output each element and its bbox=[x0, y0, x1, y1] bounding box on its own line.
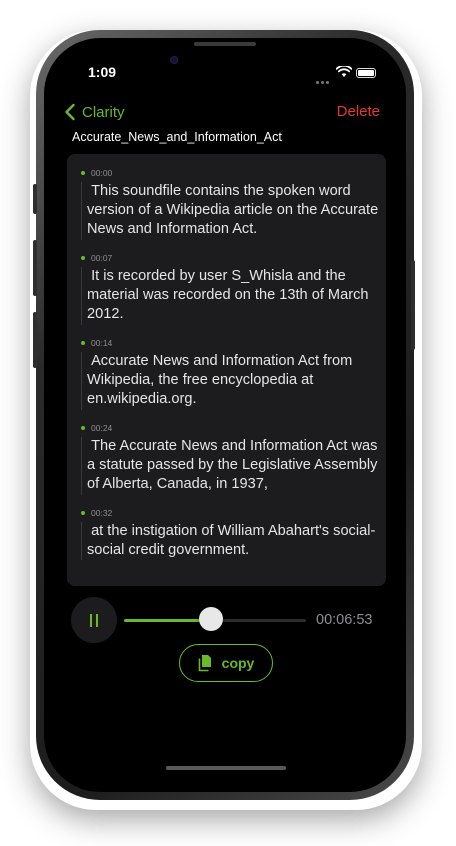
timestamp-dot-icon bbox=[81, 426, 85, 430]
segment-divider bbox=[81, 352, 82, 410]
volume-up-button bbox=[33, 240, 37, 296]
copy-label: copy bbox=[221, 655, 255, 671]
transcript-card: 00:00 This soundfile contains the spoken… bbox=[67, 154, 386, 586]
pause-icon bbox=[96, 613, 98, 627]
segment-text: This soundfile contains the spoken word … bbox=[87, 183, 383, 237]
progress-fill bbox=[124, 619, 212, 622]
timestamp-dot-icon bbox=[81, 511, 85, 515]
segment-timestamp[interactable]: 00:24 bbox=[81, 421, 112, 435]
front-camera bbox=[170, 56, 178, 64]
segment-time-label: 00:00 bbox=[91, 168, 113, 178]
timestamp-dot-icon bbox=[81, 171, 85, 175]
delete-button[interactable]: Delete bbox=[337, 103, 380, 120]
pause-icon bbox=[90, 613, 92, 627]
timestamp-dot-icon bbox=[81, 341, 85, 345]
segment-text: at the instigation of William Abahart's … bbox=[87, 523, 376, 558]
volume-down-button bbox=[33, 312, 37, 368]
segment-divider bbox=[81, 182, 82, 240]
segment-divider bbox=[81, 437, 82, 495]
segment-time-label: 00:24 bbox=[91, 423, 113, 433]
silent-switch bbox=[33, 184, 37, 214]
battery-level bbox=[358, 70, 374, 76]
back-button[interactable]: Clarity bbox=[64, 101, 125, 123]
duration-label: 00:06:53 bbox=[316, 612, 373, 628]
copy-button[interactable]: copy bbox=[179, 644, 273, 682]
segment-text: The Accurate News and Information Act wa… bbox=[87, 438, 382, 492]
speaker-grille bbox=[194, 42, 256, 46]
home-indicator[interactable] bbox=[166, 766, 286, 770]
timestamp-dot-icon bbox=[81, 256, 85, 260]
back-label: Clarity bbox=[82, 103, 125, 121]
segment-text: It is recorded by user S_Whisla and the … bbox=[87, 268, 373, 322]
battery-icon bbox=[356, 68, 376, 78]
segment-timestamp[interactable]: 00:07 bbox=[81, 251, 112, 265]
chevron-left-icon bbox=[65, 103, 75, 121]
segment-timestamp[interactable]: 00:00 bbox=[81, 166, 112, 180]
segment-timestamp[interactable]: 00:14 bbox=[81, 336, 112, 350]
status-time: 1:09 bbox=[88, 64, 117, 80]
segment-timestamp[interactable]: 00:32 bbox=[81, 506, 112, 520]
segment-divider bbox=[81, 267, 82, 325]
segment-time-label: 00:32 bbox=[91, 508, 113, 518]
power-button bbox=[411, 260, 415, 350]
status-icons bbox=[316, 66, 378, 84]
wifi-icon bbox=[336, 66, 352, 77]
segment-divider bbox=[81, 522, 82, 560]
segment-time-label: 00:07 bbox=[91, 253, 113, 263]
signal-dots-icon bbox=[316, 71, 331, 89]
segment-text: Accurate News and Information Act from W… bbox=[87, 353, 357, 407]
pause-button[interactable] bbox=[71, 597, 117, 643]
segment-time-label: 00:14 bbox=[91, 338, 113, 348]
copy-icon bbox=[198, 655, 211, 672]
device-frame: 1:09 Clarity Delete Accurate_News_and_In… bbox=[0, 0, 456, 846]
file-title: Accurate_News_and_Information_Act bbox=[72, 130, 282, 144]
